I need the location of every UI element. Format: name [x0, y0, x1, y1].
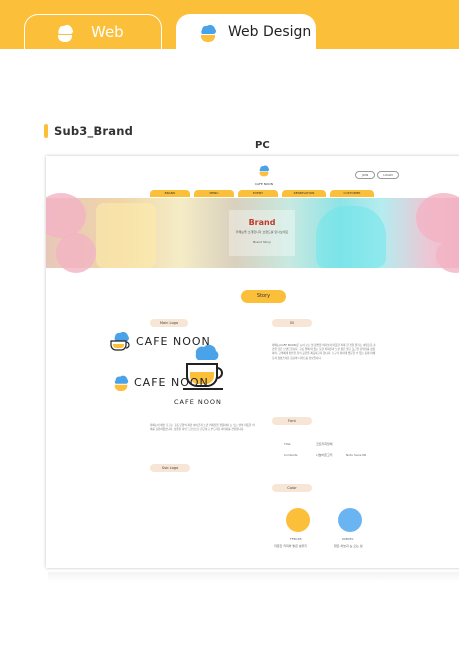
coffee-cloud-icon	[110, 331, 130, 351]
font-title-key: Title	[284, 442, 291, 446]
title-marker	[44, 124, 48, 138]
bi-text: 카페눈(CAFE NOON)은 눈이 오는 날 창밖을 바라보며 따뜻한 커피 …	[272, 344, 376, 360]
story-pill[interactable]: Story	[241, 290, 286, 303]
sub-logo-2: CAFE NOON	[112, 372, 209, 392]
tab-web-design-label: Web Design	[228, 23, 312, 40]
logo-description: 카페눈의 메인 로고는 구름 모양의 파란 아이콘과 노란 커피잔을 결합하여 …	[150, 424, 255, 432]
nav-event[interactable]: EVENT	[238, 190, 278, 197]
join-button[interactable]: JOIN	[355, 171, 375, 179]
font-contents-value-2: Noto Sans KR	[346, 453, 367, 457]
login-button[interactable]: LOGIN	[377, 171, 399, 179]
sub-logo-pill: Sub Logo	[150, 464, 190, 472]
color-blue-code: 60B0F0	[342, 537, 354, 541]
main-logo-pill: Main Logo	[150, 319, 188, 327]
nav-reservation[interactable]: RESERVATION	[282, 190, 326, 197]
cloud-cup-icon	[58, 24, 73, 43]
cloud-cup-icon	[114, 375, 129, 392]
color-swatch-blue	[338, 508, 362, 532]
sub-logo-1: CAFE NOON	[108, 330, 211, 352]
font-title-value: 코트라희망체	[316, 442, 333, 446]
color-blue-desc: 맑은 하늘과 눈 오는 날	[334, 544, 363, 548]
section-title: Sub3_Brand	[44, 124, 133, 138]
mini-logo-text: CAFE NOON	[255, 182, 273, 186]
nav-menu[interactable]: MENU	[194, 190, 234, 197]
nav-customer[interactable]: CUSTOMER	[330, 190, 374, 197]
cloud-cup-icon	[201, 24, 216, 42]
hero-text-box: Brand 카페눈을 소개합니다 브랜드를 만나보세요 Brand Story	[229, 210, 295, 256]
cafe-logo-icon	[259, 165, 270, 177]
tab-web[interactable]: Web	[24, 14, 162, 49]
hero-subtitle-2: Brand Story	[253, 240, 271, 244]
nav-brand[interactable]: BRAND	[150, 190, 190, 197]
color-swatch-yellow	[286, 508, 310, 532]
font-pill: Font	[272, 417, 312, 425]
color-yellow-desc: 따뜻한 커피와 밝은 분위기	[274, 544, 308, 548]
font-contents-key: Contents	[284, 453, 298, 457]
device-label: PC	[255, 140, 270, 151]
mockup-nav: BRAND MENU EVENT RESERVATION CUSTOMER	[150, 190, 374, 197]
hero-subtitle: 카페눈을 소개합니다 브랜드를 만나보세요	[235, 230, 289, 234]
mockup-shadow	[48, 572, 459, 582]
section-title-text: Sub3_Brand	[54, 124, 134, 138]
hero-banner: Brand 카페눈을 소개합니다 브랜드를 만나보세요 Brand Story	[46, 193, 459, 273]
font-contents-value: 나눔바른고딕	[316, 453, 333, 457]
sub-logo-1-text: CAFE NOON	[136, 334, 211, 348]
main-logo-text: CAFE NOON	[174, 398, 222, 406]
color-pill: Color	[272, 484, 312, 492]
hero-title: Brand	[248, 218, 276, 227]
tab-web-design[interactable]: Web Design	[176, 14, 316, 49]
bi-pill: BI	[272, 319, 312, 327]
tab-web-label: Web	[91, 23, 124, 41]
pc-mockup: CAFE NOON JOIN LOGIN BRAND MENU EVENT RE…	[46, 156, 459, 568]
sub-logo-2-text: CAFE NOON	[134, 375, 209, 389]
color-yellow-code: FFBC2B	[290, 537, 302, 541]
mini-logo[interactable]: CAFE NOON	[254, 162, 274, 186]
